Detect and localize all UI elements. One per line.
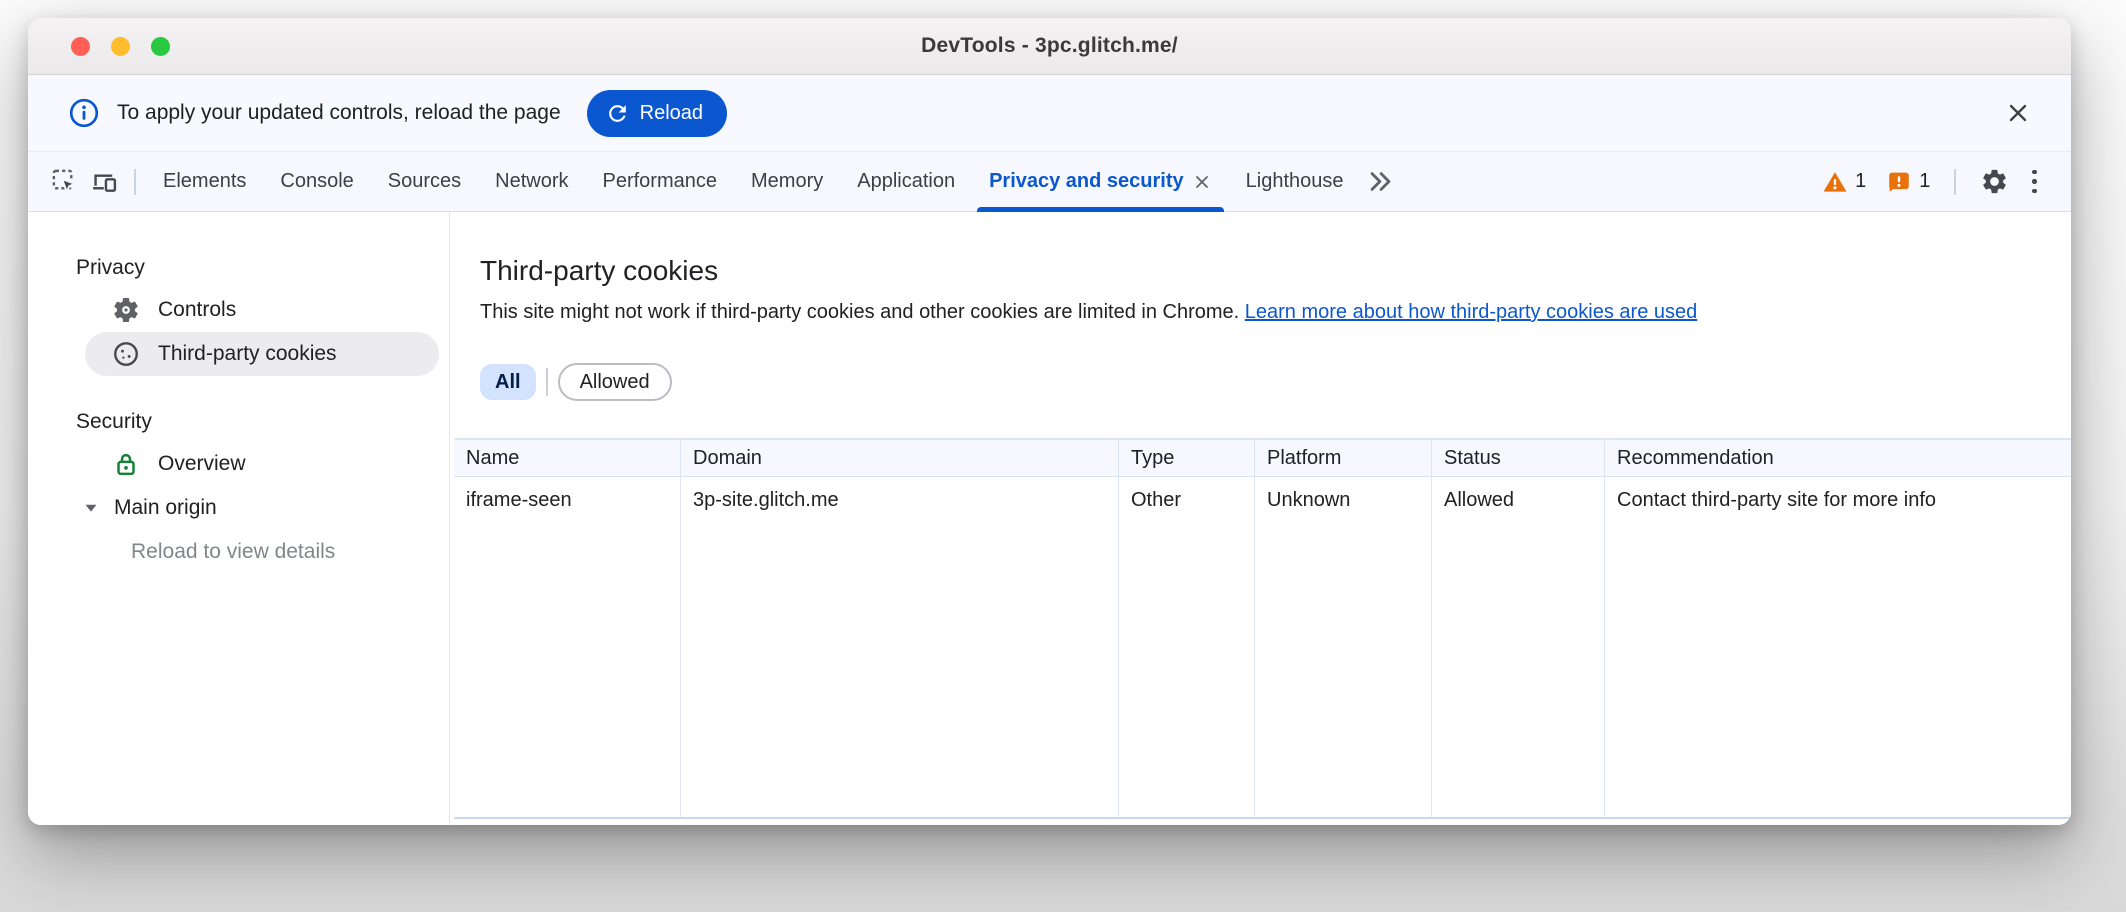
tab-close-icon[interactable] (1192, 172, 1212, 192)
info-icon (68, 97, 100, 129)
infobar-message: To apply your updated controls, reload t… (117, 101, 561, 125)
sidebar-item-third-party-cookies[interactable]: Third-party cookies (85, 332, 439, 376)
refresh-icon (605, 101, 630, 126)
table-filler-column (1119, 523, 1255, 817)
sidebar-item-controls[interactable]: Controls (85, 288, 439, 332)
tab-memory[interactable]: Memory (734, 152, 840, 212)
warning-count: 1 (1855, 170, 1866, 193)
tab-network[interactable]: Network (478, 152, 585, 212)
tab-elements[interactable]: Elements (146, 152, 263, 212)
tab-sources[interactable]: Sources (371, 152, 478, 212)
third-party-cookies-panel: Third-party cookies This site might not … (450, 212, 2071, 825)
privacy-security-sidebar: Privacy Controls Third-party cookies Sec… (28, 212, 450, 825)
cookie-icon (111, 339, 141, 369)
filter-all-chip[interactable]: All (480, 364, 536, 400)
sidebar-item-label: Overview (158, 452, 246, 476)
column-header-platform[interactable]: Platform (1255, 440, 1432, 477)
cell-type[interactable]: Other (1119, 477, 1255, 523)
cell-name[interactable]: iframe-seen (454, 477, 681, 523)
page-title: Third-party cookies (480, 253, 2071, 289)
toolbar-divider (1954, 169, 1956, 195)
table-filler-column (1432, 523, 1605, 817)
tab-privacy-and-security[interactable]: Privacy and security (972, 152, 1229, 212)
window-title: DevTools - 3pc.glitch.me/ (921, 34, 1178, 58)
issue-count: 1 (1919, 170, 1930, 193)
cell-domain[interactable]: 3p-site.glitch.me (681, 477, 1119, 523)
reload-button[interactable]: Reload (587, 90, 727, 137)
sidebar-item-label: Third-party cookies (158, 342, 337, 366)
lock-icon (111, 449, 141, 479)
warnings-indicator[interactable]: 1 (1816, 169, 1872, 195)
more-tabs-icon[interactable] (1361, 160, 1401, 204)
column-header-name[interactable]: Name (454, 440, 681, 477)
chip-divider (546, 368, 548, 396)
cookies-table: Name Domain Type Platform Status Recomme… (454, 438, 2071, 819)
traffic-lights (71, 37, 170, 56)
table-filler-column (1255, 523, 1432, 817)
sidebar-item-overview[interactable]: Overview (85, 442, 439, 486)
filter-allowed-chip[interactable]: Allowed (558, 363, 672, 401)
close-window-button[interactable] (71, 37, 90, 56)
cell-platform[interactable]: Unknown (1255, 477, 1432, 523)
inspect-element-icon[interactable] (44, 160, 84, 204)
panel-description: This site might not work if third-party … (480, 297, 2041, 327)
table-filler-column (681, 523, 1119, 817)
warning-icon (1822, 169, 1848, 195)
sidebar-section-security: Security (28, 402, 449, 442)
cell-recommendation[interactable]: Contact third-party site for more info (1605, 477, 2071, 523)
tree-item-label: Main origin (114, 496, 217, 520)
panel-content: Privacy Controls Third-party cookies Sec… (28, 212, 2071, 825)
devtools-window: DevTools - 3pc.glitch.me/ To apply your … (28, 18, 2071, 825)
settings-gear-icon[interactable] (1974, 160, 2014, 204)
reload-infobar: To apply your updated controls, reload t… (28, 75, 2071, 152)
column-header-type[interactable]: Type (1119, 440, 1255, 477)
issues-icon (1886, 169, 1912, 195)
tab-console[interactable]: Console (263, 152, 370, 212)
table-filler-column (1605, 523, 2071, 817)
sidebar-item-label: Controls (158, 298, 236, 322)
tab-performance[interactable]: Performance (586, 152, 735, 212)
column-header-domain[interactable]: Domain (681, 440, 1119, 477)
tab-application[interactable]: Application (840, 152, 972, 212)
reload-to-view-details-hint: Reload to view details (28, 530, 449, 574)
column-header-recommendation[interactable]: Recommendation (1605, 440, 2071, 477)
infobar-close-icon[interactable] (2001, 96, 2035, 130)
cell-status[interactable]: Allowed (1432, 477, 1605, 523)
toolbar-divider (134, 169, 136, 195)
sidebar-item-main-origin[interactable]: Main origin (28, 486, 449, 530)
more-options-icon[interactable] (2022, 164, 2047, 200)
sidebar-section-privacy: Privacy (28, 248, 449, 288)
gear-icon (111, 295, 141, 325)
filter-chips: All Allowed (480, 363, 2071, 401)
table-filler-column (454, 523, 681, 817)
column-header-status[interactable]: Status (1432, 440, 1605, 477)
tab-lighthouse[interactable]: Lighthouse (1229, 152, 1361, 212)
learn-more-link[interactable]: Learn more about how third-party cookies… (1245, 301, 1697, 323)
titlebar: DevTools - 3pc.glitch.me/ (28, 18, 2071, 75)
device-toolbar-icon[interactable] (84, 160, 124, 204)
chevron-down-icon (80, 497, 102, 519)
toolbar-right-group: 1 1 (1816, 160, 2047, 204)
issues-indicator[interactable]: 1 (1880, 169, 1936, 195)
reload-button-label: Reload (640, 102, 703, 125)
minimize-window-button[interactable] (111, 37, 130, 56)
devtools-toolbar: Elements Console Sources Network Perform… (28, 152, 2071, 212)
zoom-window-button[interactable] (151, 37, 170, 56)
